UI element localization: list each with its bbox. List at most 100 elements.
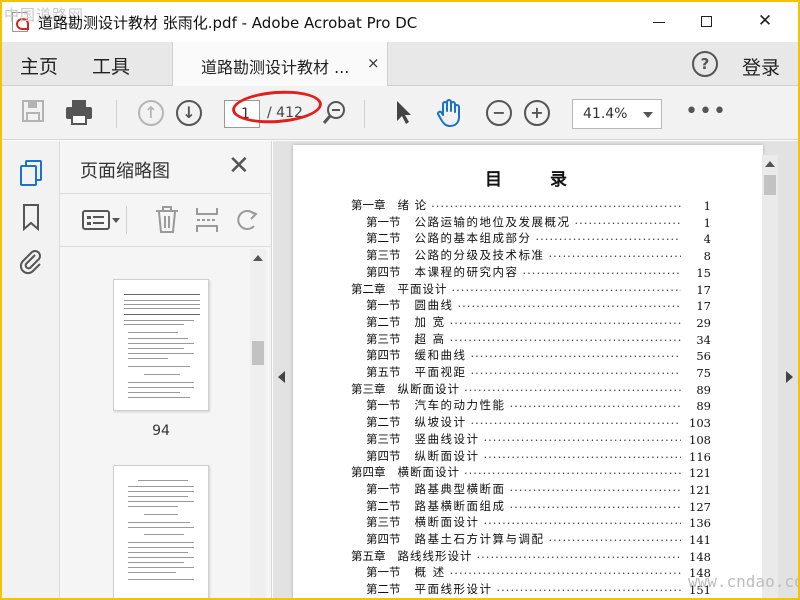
- zoom-select[interactable]: 41.4%: [572, 99, 662, 129]
- page-zoom-icon[interactable]: [320, 98, 350, 128]
- rotate-page-icon[interactable]: [234, 206, 260, 238]
- more-tools-icon[interactable]: •••: [685, 99, 727, 124]
- select-arrow-icon[interactable]: [388, 98, 418, 128]
- toc-entry[interactable]: 第四节纵断面设计 116: [351, 447, 711, 464]
- toc-leader-dots: [510, 399, 682, 413]
- acrobat-window: 中国道路网 道路勘测设计教材 张雨化.pdf - Adobe Acrobat P…: [0, 0, 800, 600]
- scroll-up-icon[interactable]: [253, 255, 263, 261]
- toc-entry[interactable]: 第三节公路的分级及技术标准 8: [351, 246, 711, 263]
- scroll-up-icon[interactable]: [765, 161, 775, 167]
- toc-entry-label: 第四节: [366, 348, 401, 363]
- toc-entry-page: 121: [689, 482, 711, 497]
- help-icon[interactable]: ?: [692, 51, 718, 77]
- thumbnail-scrollbar[interactable]: [250, 249, 266, 598]
- toc-leader-dots: [497, 583, 682, 597]
- page-thumbnails-icon[interactable]: [18, 159, 44, 187]
- close-window-button[interactable]: ✕: [742, 8, 788, 36]
- document-viewport: 目录 第一章绪 论1第一节公路运输的地位及发展概况1第二节公路的基本组成部分4第…: [273, 141, 798, 598]
- document-scroll-thumb[interactable]: [764, 175, 776, 195]
- toc-entry[interactable]: 第一节公路运输的地位及发展概况 1: [351, 213, 711, 230]
- toc-entry-title: 路基横断面组成: [414, 498, 506, 513]
- zoom-out-icon[interactable]: −: [486, 100, 512, 126]
- toc-entry[interactable]: 第二节平面线形设计151: [351, 580, 711, 597]
- toolbar: ↑ ↓ 1 / 412 − + 41.4% •••: [2, 86, 798, 140]
- toc-entry-label: 第一节: [366, 298, 401, 313]
- toc-entry[interactable]: 第五章路线线形设计 148: [351, 547, 711, 564]
- toc-entry[interactable]: 第四节路基土石方计算与调配 141: [351, 530, 711, 547]
- save-icon[interactable]: [18, 98, 48, 128]
- attachment-icon[interactable]: [18, 247, 44, 275]
- zoom-in-icon[interactable]: +: [524, 100, 550, 126]
- toc-entry[interactable]: 第三节横断面设计 136: [351, 513, 711, 530]
- toc-entry[interactable]: 第一节汽车的动力性能 89: [351, 396, 711, 413]
- toc-entry-label: 第五节: [366, 365, 401, 379]
- toc-entry-label: 第二节: [366, 582, 401, 597]
- toc-leader-dots: [484, 433, 682, 447]
- page-thumbnail[interactable]: [113, 279, 209, 411]
- toc-leader-dots: [458, 299, 682, 313]
- thumbnail-tools: [60, 193, 272, 247]
- toc-entry-label: 第二节: [366, 415, 401, 430]
- toc-entry[interactable]: 第四章横断面设计 121: [351, 463, 711, 480]
- thumbnail-page-number: 94: [152, 423, 170, 439]
- document-tab-close-button[interactable]: ×: [367, 54, 380, 72]
- print-icon[interactable]: [64, 98, 94, 128]
- toc-entry-title: 路基典型横断面: [414, 481, 506, 496]
- toc-entry-label: 第四节: [366, 448, 401, 463]
- toc-entry[interactable]: 第二节公路的基本组成部分 4: [351, 229, 711, 246]
- toc-entry-page: 15: [696, 265, 711, 280]
- toc-leader-dots: [523, 266, 682, 280]
- close-panel-icon[interactable]: ✕: [228, 151, 250, 181]
- expand-right-panel-icon[interactable]: [786, 371, 793, 383]
- toc-entry-page: 141: [689, 533, 711, 547]
- prev-page-icon[interactable]: ↑: [138, 100, 164, 126]
- toc-entry-label: 第三节: [366, 515, 401, 530]
- login-button[interactable]: 登录: [742, 53, 780, 80]
- tools-tab[interactable]: 工具: [92, 52, 130, 79]
- toc-entry-title: 公路的分级及技术标准: [414, 248, 545, 263]
- toc-entry[interactable]: 第三节竖曲线设计 108: [351, 430, 711, 447]
- toc-entry[interactable]: 第二节纵坡设计 103: [351, 413, 711, 430]
- toc-leader-dots: [549, 533, 682, 547]
- bookmark-icon[interactable]: [18, 203, 44, 232]
- toc-entry[interactable]: 第一章绪 论 1: [351, 196, 711, 213]
- tool-separator: [126, 206, 127, 234]
- toc-entry-label: 第四章: [351, 465, 386, 480]
- toc-leader-dots: [450, 316, 681, 330]
- toc-entry[interactable]: 第四节缓和曲线 56: [351, 346, 711, 363]
- delete-page-icon[interactable]: [154, 206, 180, 238]
- next-page-icon[interactable]: ↓: [176, 100, 202, 126]
- toc-entry-label: 第二节: [366, 314, 401, 329]
- toc-entry[interactable]: 第三节超 高 34: [351, 330, 711, 347]
- toc-entry-title: 路线线形设计: [397, 548, 473, 563]
- toc-entry-label: 第二节: [366, 498, 401, 513]
- maximize-button[interactable]: [684, 8, 730, 36]
- toc-entry-label: 第三章: [351, 381, 386, 396]
- toc-entry[interactable]: 第一节圆曲线 17: [351, 296, 711, 313]
- toc-entry-label: 第三节: [366, 331, 401, 346]
- page-thumbnails-panel: 页面缩略图 ✕ 94: [60, 141, 272, 598]
- home-tab[interactable]: 主页: [20, 52, 58, 79]
- toc-entry[interactable]: 第四节本课程的研究内容 15: [351, 263, 711, 280]
- toc-entry[interactable]: 第二节路基横断面组成 127: [351, 497, 711, 514]
- extract-pages-icon[interactable]: [194, 206, 220, 238]
- toc-entry[interactable]: 第三章纵断面设计 89: [351, 380, 711, 397]
- thumbnail-options-icon[interactable]: [82, 208, 122, 236]
- toc-entry-title: 超 高: [414, 331, 446, 346]
- toc-entry[interactable]: 第五节平面视距 75: [351, 363, 711, 380]
- page-thumbnail[interactable]: [113, 465, 209, 598]
- toc-entry-label: 第三节: [366, 248, 401, 263]
- document-tab[interactable]: 道路勘测设计教材 ... ×: [172, 42, 388, 86]
- toc-leader-dots: [510, 500, 682, 514]
- toc-entry[interactable]: 第一节路基典型横断面 121: [351, 480, 711, 497]
- toc-entry-page: 17: [696, 299, 711, 314]
- toc-entry[interactable]: 第二章平面设计 17: [351, 280, 711, 297]
- document-scrollbar[interactable]: [762, 155, 778, 598]
- minimize-button[interactable]: [636, 8, 682, 36]
- thumbnail-scroll-thumb[interactable]: [252, 341, 264, 365]
- toc-entry[interactable]: 第二节加 宽 29: [351, 313, 711, 330]
- hand-icon[interactable]: [434, 98, 464, 128]
- toc-entry[interactable]: 第一节概 述148: [351, 563, 711, 580]
- collapse-left-panel-icon[interactable]: [278, 371, 285, 383]
- toc-leader-dots: [464, 383, 681, 397]
